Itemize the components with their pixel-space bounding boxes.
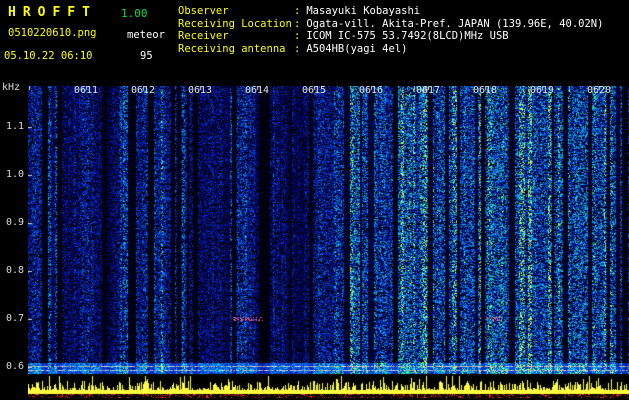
y-tick-4: 0.7 [5, 313, 24, 324]
info-label: Receiver [178, 30, 229, 42]
spectrogram-plot: kHz 1.1 1.0 0.9 0.8 0.7 0.6 0611 0612 06… [0, 80, 629, 400]
info-row-antenna: Receiving antenna: A504HB(yagi 4el) [178, 43, 603, 56]
info-value: Ogata-vill. Akita-Pref. JAPAN (139.96E, … [306, 17, 604, 30]
y-tick-2: 0.9 [5, 217, 24, 228]
meteor-count: 95 [140, 50, 153, 62]
x-tick-3: 0614 [244, 85, 270, 96]
x-tick-1: 0612 [130, 85, 156, 96]
station-info: Observer: Masayuki Kobayashi Receiving Lo… [178, 5, 603, 55]
info-separator: : [294, 17, 301, 30]
x-tick-2: 0613 [187, 85, 213, 96]
mode-label: meteor [127, 29, 165, 41]
y-tick-0: 1.1 [5, 121, 24, 132]
x-tick-9: 0620 [586, 85, 612, 96]
info-value: Masayuki Kobayashi [306, 5, 421, 17]
info-separator: : [294, 30, 301, 42]
x-tick-0: 0611 [73, 85, 99, 96]
info-separator: : [294, 42, 301, 55]
info-row-receiver: Receiver: ICOM IC-575 53.7492(8LCD)MHz US… [178, 30, 603, 43]
info-row-observer: Observer: Masayuki Kobayashi [178, 5, 603, 18]
x-tick-7: 0618 [472, 85, 498, 96]
y-tick-3: 0.8 [5, 265, 24, 276]
info-label: Observer [178, 5, 229, 17]
x-tick-6: 0617 [415, 85, 441, 96]
app-version: 1.00 [121, 7, 148, 20]
info-value: A504HB(yagi 4el) [306, 42, 408, 55]
y-tick-1: 1.0 [5, 169, 24, 180]
info-row-location: Receiving Location: Ogata-vill. Akita-Pre… [178, 18, 603, 31]
x-tick-8: 0619 [529, 85, 555, 96]
info-separator: : [294, 5, 301, 17]
datetime-label: 05.10.22 06:10 [4, 50, 93, 62]
spectrogram-canvas [28, 86, 629, 398]
hrofft-output: HROFFT 1.00 0510220610.png meteor 05.10.… [0, 0, 629, 400]
output-filename: 0510220610.png [8, 27, 97, 39]
info-label: Receiving antenna [178, 42, 286, 55]
info-label: Receiving Location [178, 17, 292, 30]
x-tick-5: 0616 [358, 85, 384, 96]
app-title: HROFFT [8, 5, 97, 20]
y-axis-unit: kHz [2, 82, 21, 93]
info-value: ICOM IC-575 53.7492(8LCD)MHz USB [306, 30, 509, 42]
x-tick-4: 0615 [301, 85, 327, 96]
y-tick-5: 0.6 [5, 361, 24, 372]
